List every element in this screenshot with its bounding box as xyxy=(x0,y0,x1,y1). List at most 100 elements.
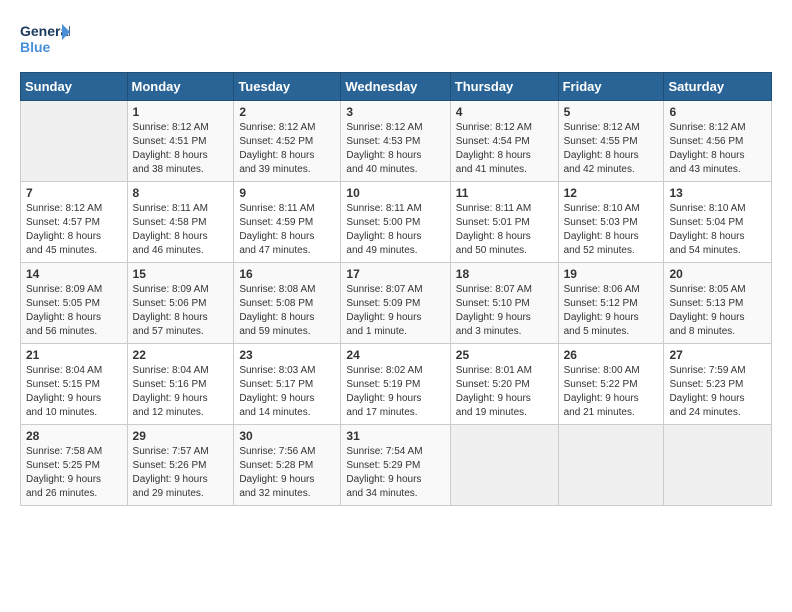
day-cell: 8Sunrise: 8:11 AM Sunset: 4:58 PM Daylig… xyxy=(127,182,234,263)
day-number: 13 xyxy=(669,186,766,200)
day-info: Sunrise: 7:59 AM Sunset: 5:23 PM Dayligh… xyxy=(669,364,766,420)
day-cell xyxy=(21,101,128,182)
col-header-friday: Friday xyxy=(558,73,664,101)
svg-text:Blue: Blue xyxy=(20,39,51,55)
day-info: Sunrise: 8:12 AM Sunset: 4:53 PM Dayligh… xyxy=(346,121,444,177)
day-info: Sunrise: 8:00 AM Sunset: 5:22 PM Dayligh… xyxy=(564,364,659,420)
day-number: 10 xyxy=(346,186,444,200)
day-info: Sunrise: 8:07 AM Sunset: 5:10 PM Dayligh… xyxy=(456,283,553,339)
day-cell: 10 Sunrise: 8:11 AM Sunset: 5:00 PM Dayli… xyxy=(341,182,450,263)
day-number: 7 xyxy=(26,186,122,200)
day-number: 12 xyxy=(564,186,659,200)
day-number: 29 xyxy=(133,429,229,443)
day-number: 4 xyxy=(456,105,553,119)
col-header-tuesday: Tuesday xyxy=(234,73,341,101)
day-info: Sunrise: 8:01 AM Sunset: 5:20 PM Dayligh… xyxy=(456,364,553,420)
header: General Blue xyxy=(20,18,772,60)
day-cell: 29 Sunrise: 7:57 AM Sunset: 5:26 PM Dayli… xyxy=(127,425,234,506)
day-cell: 16 Sunrise: 8:08 AM Sunset: 5:08 PM Dayli… xyxy=(234,263,341,344)
day-number: 31 xyxy=(346,429,444,443)
logo: General Blue xyxy=(20,18,70,60)
day-cell: 3 Sunrise: 8:12 AM Sunset: 4:53 PM Daylig… xyxy=(341,101,450,182)
day-cell: 19 Sunrise: 8:06 AM Sunset: 5:12 PM Dayli… xyxy=(558,263,664,344)
day-info: Sunrise: 8:09 AM Sunset: 5:06 PM Dayligh… xyxy=(133,283,229,339)
day-number: 11 xyxy=(456,186,553,200)
day-cell: 12 Sunrise: 8:10 AM Sunset: 5:03 PM Dayli… xyxy=(558,182,664,263)
day-info: Sunrise: 8:12 AM Sunset: 4:54 PM Dayligh… xyxy=(456,121,553,177)
day-info: Sunrise: 8:12 AM Sunset: 4:56 PM Dayligh… xyxy=(669,121,766,177)
day-cell: 2 Sunrise: 8:12 AM Sunset: 4:52 PM Daylig… xyxy=(234,101,341,182)
day-number: 5 xyxy=(564,105,659,119)
day-cell: 22 Sunrise: 8:04 AM Sunset: 5:16 PM Dayli… xyxy=(127,344,234,425)
week-row-5: 28 Sunrise: 7:58 AM Sunset: 5:25 PM Dayli… xyxy=(21,425,772,506)
col-header-saturday: Saturday xyxy=(664,73,772,101)
day-info: Sunrise: 8:09 AM Sunset: 5:05 PM Dayligh… xyxy=(26,283,122,339)
day-cell: 17Sunrise: 8:07 AM Sunset: 5:09 PM Dayli… xyxy=(341,263,450,344)
day-cell: 24Sunrise: 8:02 AM Sunset: 5:19 PM Dayli… xyxy=(341,344,450,425)
day-info: Sunrise: 8:03 AM Sunset: 5:17 PM Dayligh… xyxy=(239,364,335,420)
day-cell xyxy=(558,425,664,506)
day-cell: 20Sunrise: 8:05 AM Sunset: 5:13 PM Dayli… xyxy=(664,263,772,344)
day-info: Sunrise: 8:11 AM Sunset: 5:00 PM Dayligh… xyxy=(346,202,444,258)
day-cell: 11Sunrise: 8:11 AM Sunset: 5:01 PM Dayli… xyxy=(450,182,558,263)
day-info: Sunrise: 7:57 AM Sunset: 5:26 PM Dayligh… xyxy=(133,445,229,501)
day-cell: 23 Sunrise: 8:03 AM Sunset: 5:17 PM Dayli… xyxy=(234,344,341,425)
logo-svg: General Blue xyxy=(20,18,70,60)
day-info: Sunrise: 8:04 AM Sunset: 5:16 PM Dayligh… xyxy=(133,364,229,420)
day-cell: 15Sunrise: 8:09 AM Sunset: 5:06 PM Dayli… xyxy=(127,263,234,344)
week-row-4: 21Sunrise: 8:04 AM Sunset: 5:15 PM Dayli… xyxy=(21,344,772,425)
day-cell: 7 Sunrise: 8:12 AM Sunset: 4:57 PM Daylig… xyxy=(21,182,128,263)
day-number: 26 xyxy=(564,348,659,362)
day-info: Sunrise: 7:56 AM Sunset: 5:28 PM Dayligh… xyxy=(239,445,335,501)
day-info: Sunrise: 8:10 AM Sunset: 5:03 PM Dayligh… xyxy=(564,202,659,258)
day-cell: 14 Sunrise: 8:09 AM Sunset: 5:05 PM Dayli… xyxy=(21,263,128,344)
day-info: Sunrise: 8:11 AM Sunset: 4:58 PM Dayligh… xyxy=(133,202,229,258)
day-info: Sunrise: 8:05 AM Sunset: 5:13 PM Dayligh… xyxy=(669,283,766,339)
day-cell: 30 Sunrise: 7:56 AM Sunset: 5:28 PM Dayli… xyxy=(234,425,341,506)
day-info: Sunrise: 8:08 AM Sunset: 5:08 PM Dayligh… xyxy=(239,283,335,339)
day-info: Sunrise: 8:12 AM Sunset: 4:57 PM Dayligh… xyxy=(26,202,122,258)
day-info: Sunrise: 7:54 AM Sunset: 5:29 PM Dayligh… xyxy=(346,445,444,501)
day-cell: 28 Sunrise: 7:58 AM Sunset: 5:25 PM Dayli… xyxy=(21,425,128,506)
week-row-1: 1Sunrise: 8:12 AM Sunset: 4:51 PM Daylig… xyxy=(21,101,772,182)
day-number: 16 xyxy=(239,267,335,281)
day-number: 17 xyxy=(346,267,444,281)
day-info: Sunrise: 8:12 AM Sunset: 4:51 PM Dayligh… xyxy=(133,121,229,177)
week-row-3: 14 Sunrise: 8:09 AM Sunset: 5:05 PM Dayli… xyxy=(21,263,772,344)
day-number: 6 xyxy=(669,105,766,119)
day-cell: 31 Sunrise: 7:54 AM Sunset: 5:29 PM Dayli… xyxy=(341,425,450,506)
day-cell: 21Sunrise: 8:04 AM Sunset: 5:15 PM Dayli… xyxy=(21,344,128,425)
day-number: 18 xyxy=(456,267,553,281)
day-number: 14 xyxy=(26,267,122,281)
day-info: Sunrise: 8:04 AM Sunset: 5:15 PM Dayligh… xyxy=(26,364,122,420)
day-info: Sunrise: 8:10 AM Sunset: 5:04 PM Dayligh… xyxy=(669,202,766,258)
day-number: 19 xyxy=(564,267,659,281)
day-cell: 9Sunrise: 8:11 AM Sunset: 4:59 PM Daylig… xyxy=(234,182,341,263)
day-info: Sunrise: 8:06 AM Sunset: 5:12 PM Dayligh… xyxy=(564,283,659,339)
day-number: 2 xyxy=(239,105,335,119)
day-cell: 6 Sunrise: 8:12 AM Sunset: 4:56 PM Daylig… xyxy=(664,101,772,182)
col-header-monday: Monday xyxy=(127,73,234,101)
day-number: 24 xyxy=(346,348,444,362)
main-container: General Blue SundayMondayTuesdayWednesda… xyxy=(0,0,792,516)
day-info: Sunrise: 7:58 AM Sunset: 5:25 PM Dayligh… xyxy=(26,445,122,501)
day-info: Sunrise: 8:11 AM Sunset: 4:59 PM Dayligh… xyxy=(239,202,335,258)
day-cell: 4 Sunrise: 8:12 AM Sunset: 4:54 PM Daylig… xyxy=(450,101,558,182)
day-cell: 5 Sunrise: 8:12 AM Sunset: 4:55 PM Daylig… xyxy=(558,101,664,182)
day-number: 30 xyxy=(239,429,335,443)
day-cell: 13 Sunrise: 8:10 AM Sunset: 5:04 PM Dayli… xyxy=(664,182,772,263)
day-info: Sunrise: 8:12 AM Sunset: 4:52 PM Dayligh… xyxy=(239,121,335,177)
header-row: SundayMondayTuesdayWednesdayThursdayFrid… xyxy=(21,73,772,101)
day-number: 3 xyxy=(346,105,444,119)
col-header-wednesday: Wednesday xyxy=(341,73,450,101)
day-number: 22 xyxy=(133,348,229,362)
day-cell: 26 Sunrise: 8:00 AM Sunset: 5:22 PM Dayli… xyxy=(558,344,664,425)
week-row-2: 7 Sunrise: 8:12 AM Sunset: 4:57 PM Daylig… xyxy=(21,182,772,263)
day-info: Sunrise: 8:12 AM Sunset: 4:55 PM Dayligh… xyxy=(564,121,659,177)
day-cell: 18 Sunrise: 8:07 AM Sunset: 5:10 PM Dayli… xyxy=(450,263,558,344)
day-cell: 1Sunrise: 8:12 AM Sunset: 4:51 PM Daylig… xyxy=(127,101,234,182)
day-number: 27 xyxy=(669,348,766,362)
day-number: 28 xyxy=(26,429,122,443)
day-number: 23 xyxy=(239,348,335,362)
col-header-sunday: Sunday xyxy=(21,73,128,101)
